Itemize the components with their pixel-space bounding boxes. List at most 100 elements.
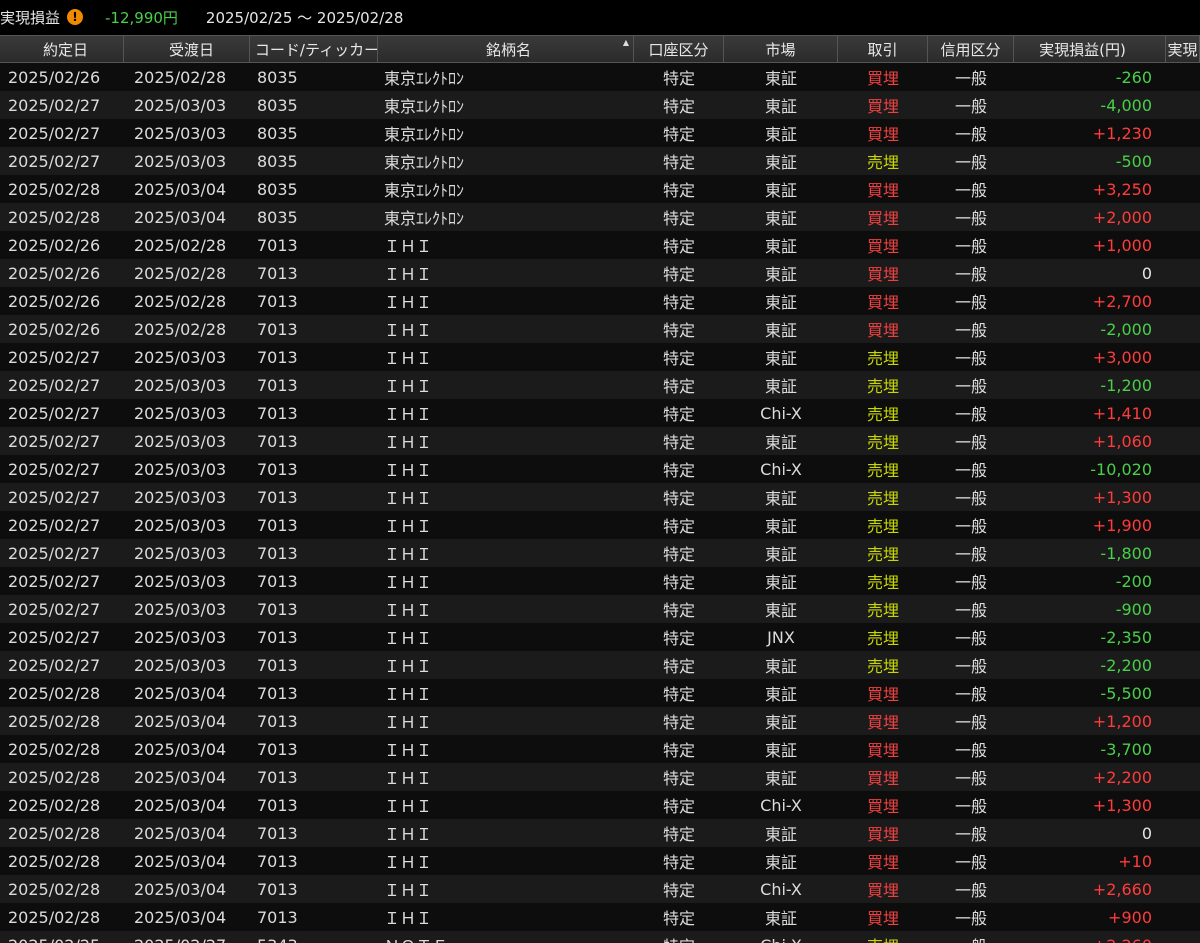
account-cell: 特定 xyxy=(662,153,695,172)
credit-cell: 一般 xyxy=(954,69,987,88)
table-row[interactable]: 2025/02/28 2025/03/04 7013 ＩＨＩ 特定 東証 買埋 一般 +10 xyxy=(0,847,1200,875)
credit-cell: 一般 xyxy=(954,881,987,900)
credit-cell: 一般 xyxy=(954,125,987,144)
account-cell: 特定 xyxy=(662,97,695,116)
table-row[interactable]: 2025/02/27 2025/03/03 8035 東京ｴﾚｸﾄﾛﾝ 特定 東証 買埋 一般… xyxy=(0,119,1200,147)
table-row[interactable]: 2025/02/28 2025/03/04 7013 ＩＨＩ 特定 東証 買埋 一般 +900 xyxy=(0,903,1200,931)
credit-cell: 一般 xyxy=(954,601,987,620)
table-row[interactable]: 2025/02/26 2025/02/28 7013 ＩＨＩ 特定 東証 買埋 一般 +2,70… xyxy=(0,287,1200,315)
market-cell: 東証 xyxy=(764,153,797,172)
trade-cell: 買埋 xyxy=(866,909,899,928)
table-row[interactable]: 2025/02/27 2025/03/03 7013 ＩＨＩ 特定 東証 売埋 一般 +3,00… xyxy=(0,343,1200,371)
code-cell: 7013 xyxy=(257,711,298,731)
table-row[interactable]: 2025/02/28 2025/03/04 7013 ＩＨＩ 特定 東証 買埋 一般 -3,70… xyxy=(0,735,1200,763)
name-cell: ＩＨＩ xyxy=(384,629,433,648)
table-row[interactable]: 2025/02/252025/02/275343ＮＯＴＥ特定Chi-X売埋一般+… xyxy=(0,931,1200,943)
table-row[interactable]: 2025/02/27 2025/03/03 7013 ＩＨＩ 特定 Chi-X 売埋 一般 -1… xyxy=(0,455,1200,483)
name-cell: ＩＨＩ xyxy=(384,685,433,704)
column-header-name[interactable]: 銘柄名 ▲ xyxy=(378,36,634,62)
realized-pl-cell: +3,250 xyxy=(1092,179,1152,199)
table-row[interactable]: 2025/02/27 2025/03/03 7013 ＩＨＩ 特定 東証 売埋 一般 +1,06… xyxy=(0,427,1200,455)
account-cell: 特定 xyxy=(662,433,695,452)
account-cell: 特定 xyxy=(662,797,695,816)
table-row[interactable]: 2025/02/27 2025/03/03 7013 ＩＨＩ 特定 東証 売埋 一般 +1,30… xyxy=(0,483,1200,511)
trade-date-cell: 2025/02/26 xyxy=(8,263,101,283)
realized-pl-cell: +10 xyxy=(1118,851,1152,871)
table-row[interactable]: 2025/02/26 2025/02/28 7013 ＩＨＩ 特定 東証 買埋 一般 +1,00… xyxy=(0,231,1200,259)
table-row[interactable]: 2025/02/27 2025/03/03 7013 ＩＨＩ 特定 東証 売埋 一般 -900 xyxy=(0,595,1200,623)
code-cell: 7013 xyxy=(257,571,298,591)
table-row[interactable]: 2025/02/27 2025/03/03 8035 東京ｴﾚｸﾄﾛﾝ 特定 東証 売埋 一般… xyxy=(0,147,1200,175)
credit-cell: 一般 xyxy=(954,461,987,480)
trade-cell: 売埋 xyxy=(838,933,928,943)
table-row[interactable]: 2025/02/26 2025/02/28 7013 ＩＨＩ 特定 東証 買埋 一般 -2,00… xyxy=(0,315,1200,343)
column-header-code[interactable]: コード/ティッカー xyxy=(250,36,378,62)
name-cell: ＩＨＩ xyxy=(384,573,433,592)
column-header-realized-extra[interactable]: 実現 xyxy=(1166,36,1200,62)
trade-cell: 買埋 xyxy=(866,125,899,144)
table-row[interactable]: 2025/02/26 2025/02/28 8035 東京ｴﾚｸﾄﾛﾝ 特定 東証 買埋 一般… xyxy=(0,63,1200,91)
code-cell: 5343 xyxy=(250,936,378,943)
column-header-name-label: 銘柄名 xyxy=(485,40,531,59)
table-row[interactable]: 2025/02/28 2025/03/04 7013 ＩＨＩ 特定 Chi-X 買埋 一般 +1… xyxy=(0,791,1200,819)
table-row[interactable]: 2025/02/27 2025/03/03 7013 ＩＨＩ 特定 JNX 売埋 一般 -2,3… xyxy=(0,623,1200,651)
table-row[interactable]: 2025/02/26 2025/02/28 7013 ＩＨＩ 特定 東証 買埋 一般 0 xyxy=(0,259,1200,287)
name-cell: ＩＨＩ xyxy=(384,909,433,928)
table-row[interactable]: 2025/02/27 2025/03/03 7013 ＩＨＩ 特定 東証 売埋 一般 +1,90… xyxy=(0,511,1200,539)
market-cell: 東証 xyxy=(764,209,797,228)
column-header-realized-pl[interactable]: 実現損益(円) xyxy=(1014,36,1166,62)
trade-cell: 売埋 xyxy=(866,349,899,368)
trade-date-cell: 2025/02/26 xyxy=(8,291,101,311)
table-row[interactable]: 2025/02/27 2025/03/03 7013 ＩＨＩ 特定 東証 売埋 一般 -2,20… xyxy=(0,651,1200,679)
table-row[interactable]: 2025/02/28 2025/03/04 8035 東京ｴﾚｸﾄﾛﾝ 特定 東証 買埋 一般… xyxy=(0,175,1200,203)
name-cell: ＩＨＩ xyxy=(384,797,433,816)
column-header-trade[interactable]: 取引 xyxy=(838,36,928,62)
trade-cell: 売埋 xyxy=(866,517,899,536)
table-row[interactable]: 2025/02/28 2025/03/04 7013 ＩＨＩ 特定 Chi-X 買埋 一般 +2… xyxy=(0,875,1200,903)
table-row[interactable]: 2025/02/27 2025/03/03 8035 東京ｴﾚｸﾄﾛﾝ 特定 東証 買埋 一般… xyxy=(0,91,1200,119)
credit-cell: 一般 xyxy=(954,377,987,396)
table-row[interactable]: 2025/02/27 2025/03/03 7013 ＩＨＩ 特定 東証 売埋 一般 -200 xyxy=(0,567,1200,595)
market-cell: 東証 xyxy=(764,321,797,340)
settle-date-cell: 2025/03/04 xyxy=(134,739,227,759)
settle-date-cell: 2025/02/27 xyxy=(124,936,250,943)
column-header-market[interactable]: 市場 xyxy=(724,36,838,62)
trade-cell: 売埋 xyxy=(866,629,899,648)
name-cell: ＩＨＩ xyxy=(384,853,433,872)
column-header-account[interactable]: 口座区分 xyxy=(634,36,724,62)
market-cell: 東証 xyxy=(764,601,797,620)
credit-cell: 一般 xyxy=(954,349,987,368)
column-header-credit[interactable]: 信用区分 xyxy=(928,36,1014,62)
table-row[interactable]: 2025/02/27 2025/03/03 7013 ＩＨＩ 特定 東証 売埋 一般 -1,20… xyxy=(0,371,1200,399)
column-header-settle-date[interactable]: 受渡日 xyxy=(124,36,250,62)
name-cell: ＩＨＩ xyxy=(384,517,433,536)
column-header-trade-date[interactable]: 約定日 xyxy=(0,36,124,62)
code-cell: 7013 xyxy=(257,403,298,423)
table-row[interactable]: 2025/02/27 2025/03/03 7013 ＩＨＩ 特定 Chi-X 売埋 一般 +1… xyxy=(0,399,1200,427)
trade-date-cell: 2025/02/28 xyxy=(8,739,101,759)
code-cell: 7013 xyxy=(257,263,298,283)
account-cell: 特定 xyxy=(634,933,724,943)
table-row[interactable]: 2025/02/28 2025/03/04 7013 ＩＨＩ 特定 東証 買埋 一般 -5,50… xyxy=(0,679,1200,707)
table-row[interactable]: 2025/02/28 2025/03/04 7013 ＩＨＩ 特定 東証 買埋 一般 +2,20… xyxy=(0,763,1200,791)
name-cell: ＩＨＩ xyxy=(384,265,433,284)
summary-bar: 実現損益 ! -12,990円 2025/02/25 ～ 2025/02/28 xyxy=(0,0,1200,34)
realized-pl-cell: +2,660 xyxy=(1092,879,1152,899)
settle-date-cell: 2025/03/03 xyxy=(134,431,227,451)
trade-date-cell: 2025/02/27 xyxy=(8,375,101,395)
code-cell: 8035 xyxy=(257,95,298,115)
trade-cell: 買埋 xyxy=(866,825,899,844)
table-row[interactable]: 2025/02/28 2025/03/04 8035 東京ｴﾚｸﾄﾛﾝ 特定 東証 買埋 一般… xyxy=(0,203,1200,231)
market-cell: 東証 xyxy=(764,433,797,452)
credit-cell: 一般 xyxy=(954,825,987,844)
realized-pl-cell: -2,200 xyxy=(1100,655,1152,675)
table-row[interactable]: 2025/02/28 2025/03/04 7013 ＩＨＩ 特定 東証 買埋 一般 0 xyxy=(0,819,1200,847)
warning-icon[interactable]: ! xyxy=(67,9,84,25)
realized-pl-cell: -10,020 xyxy=(1090,459,1152,479)
trade-date-cell: 2025/02/28 xyxy=(8,711,101,731)
trade-cell: 買埋 xyxy=(866,237,899,256)
table-row[interactable]: 2025/02/28 2025/03/04 7013 ＩＨＩ 特定 東証 買埋 一般 +1,20… xyxy=(0,707,1200,735)
code-cell: 7013 xyxy=(257,823,298,843)
table-row[interactable]: 2025/02/27 2025/03/03 7013 ＩＨＩ 特定 東証 売埋 一般 -1,80… xyxy=(0,539,1200,567)
trade-cell: 買埋 xyxy=(866,321,899,340)
